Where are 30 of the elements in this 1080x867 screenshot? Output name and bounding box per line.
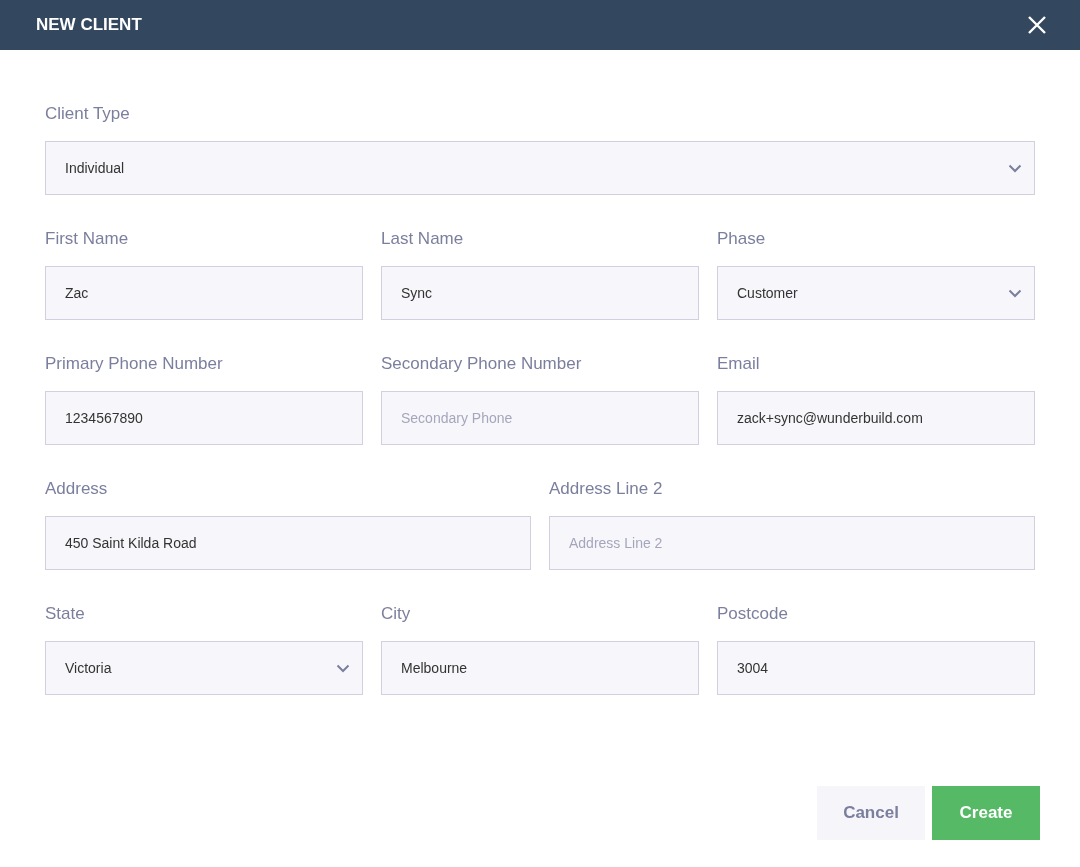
close-icon[interactable] [1028,16,1046,34]
input-field[interactable]: Address Line 2 [549,516,1035,570]
input-field[interactable]: 1234567890 [45,391,363,445]
input-field[interactable]: Melbourne [381,641,699,695]
field-label: Email [717,354,761,374]
field-label: Primary Phone Number [45,354,224,374]
chevron-down-icon [1008,163,1022,173]
cancel-button[interactable]: Cancel [817,786,925,840]
field-label: State [45,604,86,624]
field-label: First Name [45,229,130,249]
input-field[interactable]: Sync [381,266,699,320]
input-field[interactable]: zack+sync@wunderbuild.com [717,391,1035,445]
dropdown[interactable]: Victoria [45,641,363,695]
input-field[interactable]: 450 Saint Kilda Road [45,516,531,570]
field-label: Address [45,479,109,499]
field-label: Address Line 2 [549,479,664,499]
field-label: City [381,604,412,624]
field-label: Client Type [45,104,131,124]
input-field[interactable]: Zac [45,266,363,320]
field-label: Last Name [381,229,465,249]
field-label: Postcode [717,604,789,624]
dialog-title: NEW CLIENT [36,15,142,35]
field-label: Phase [717,229,767,249]
chevron-down-icon [336,663,350,673]
field-label: Secondary Phone Number [381,354,583,374]
input-field[interactable]: 3004 [717,641,1035,695]
dropdown[interactable]: Individual [45,141,1035,195]
chevron-down-icon [1008,288,1022,298]
dropdown[interactable]: Customer [717,266,1035,320]
input-field[interactable]: Secondary Phone [381,391,699,445]
